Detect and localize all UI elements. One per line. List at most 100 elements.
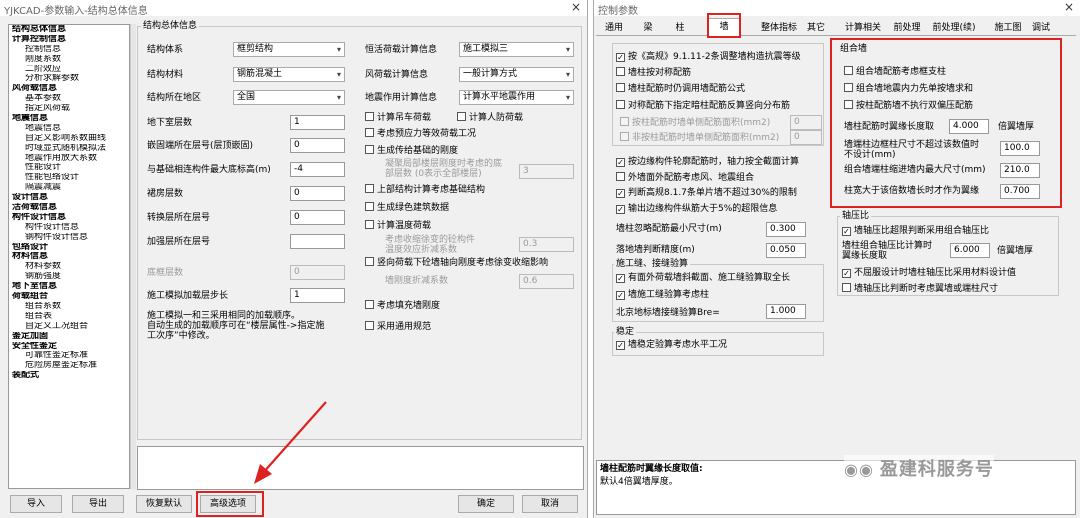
tab-drawing[interactable]: 施工图 [991,21,1025,36]
combo-column-input[interactable]: 210.0 [1000,163,1040,178]
tree-item[interactable]: 自定义影响系数曲线 [9,134,129,144]
tree-item[interactable]: 刚度系数 [9,55,129,65]
tree-item[interactable]: 地下室信息 [9,282,129,292]
struct-type-select[interactable]: 框剪结构 ▾ [233,42,345,57]
tab-beam[interactable]: 梁 [638,21,658,36]
tab-column[interactable]: 柱 [670,21,690,36]
single-wall-checkbox[interactable]: ✓ 判断高规8.1.7条单片墙不超过30%的限制 [616,188,797,199]
infill-wall-checkbox[interactable]: 考虑填充墙刚度 [365,300,440,312]
tab-calc[interactable]: 计算相关 [841,21,885,36]
axial-flange-input[interactable]: 6.000 [950,243,990,258]
tree-item[interactable]: 时域显式随机模拟法 [9,144,129,154]
tree-item[interactable]: 分析求解参数 [9,74,129,84]
quake-select[interactable]: 计算水平地震作用 ▾ [459,90,574,105]
wall-column-symmetric-checkbox[interactable]: 墙柱按对称配筋 [616,67,691,79]
foundation-stiffness-checkbox[interactable]: 生成传给基础的刚度 [365,145,458,157]
crane-checkbox[interactable]: 计算吊车荷载 [365,112,431,124]
tree-item[interactable]: 鉴定加固 [9,332,129,342]
temperature-checkbox[interactable]: 计算温度荷载 [365,220,431,232]
outer-wall-checkbox[interactable]: 外墙面外配筋考虑风、地震组合 [616,172,754,184]
tree-item[interactable]: 地震信息 [9,124,129,134]
tab-preprocess[interactable]: 前处理 [890,21,924,36]
tree-item[interactable]: 钢构件设计信息 [9,233,129,243]
tree-item[interactable]: 荷载组合 [9,292,129,302]
tree-item[interactable]: 构件设计信息 [9,223,129,233]
basement-input[interactable]: 1 [290,115,345,130]
cancel-button[interactable]: 取消 [522,495,578,513]
strength-input[interactable] [290,234,345,249]
tree-item[interactable]: 钢筋强度 [9,272,129,282]
tree-item[interactable]: 安全性鉴定 [9,342,129,352]
embed-input[interactable]: 0 [290,138,345,153]
close-icon[interactable]: × [1064,0,1074,14]
by-code-checkbox[interactable]: ✓ 按《高规》9.1.11-2条调整墙构造抗震等级 [616,52,801,63]
tree-item[interactable]: 组合表 [9,312,129,322]
ok-button[interactable]: 确定 [458,495,514,513]
construction-column-checkbox[interactable]: ✓ 墙施工缝验算考虑柱 [616,290,709,301]
foundation-input[interactable]: -4 [290,162,345,177]
tab-general[interactable]: 通用 [600,21,628,36]
tab-other[interactable]: 其它 [804,21,828,36]
wind-select[interactable]: 一般计算方式 ▾ [459,67,574,82]
tree-item[interactable]: 基本参数 [9,94,129,104]
tree-item[interactable]: 地震信息 [9,114,129,124]
tree-item[interactable]: 指定风荷载 [9,104,129,114]
construction-full-length-checkbox[interactable]: ✓ 有面外荷载墙斜截面、施工缝验算取全长 [616,273,790,284]
transfer-input[interactable]: 0 [290,210,345,225]
non-yield-checkbox[interactable]: ✓ 不屈服设计时墙柱轴压比采用材料设计值 [842,268,1016,279]
dead-load-select[interactable]: 施工模拟三 ▾ [459,42,574,57]
tree-item[interactable]: 设计信息 [9,193,129,203]
green-building-checkbox[interactable]: 生成绿色建筑数据 [365,202,449,214]
tree-scrollbar[interactable] [130,24,136,489]
beijing-input[interactable]: 1.000 [766,304,806,319]
combo-frame-column-checkbox[interactable]: 组合墙配筋考虑框支柱 [844,66,946,78]
air-defense-checkbox[interactable]: 计算人防荷载 [457,112,523,124]
vertical-load-checkbox[interactable]: 竖向荷载下砼墙轴向刚度考虑徐变收缩影响 [365,257,548,269]
tree-item[interactable]: 材料参数 [9,262,129,272]
tree-item[interactable]: 性能设计 [9,163,129,173]
material-select[interactable]: 钢筋混凝土 ▾ [233,67,345,82]
tab-global-index[interactable]: 整体指标 [758,21,800,36]
tree-item[interactable]: 危险房屋鉴定标准 [9,361,129,371]
stable-checkbox[interactable]: ✓ 墙稳定验算考虑水平工况 [616,340,727,351]
precision-input[interactable]: 0.050 [766,243,806,258]
close-icon[interactable]: × [571,0,581,14]
upper-structure-checkbox[interactable]: 上部结构计算考虑基础结构 [365,184,485,196]
combo-seismic-sum-checkbox[interactable]: 组合墙地震内力先单按墙求和 [844,83,973,95]
tree-item[interactable]: 可靠性鉴定标准 [9,351,129,361]
podium-input[interactable]: 0 [290,186,345,201]
tab-debug[interactable]: 调试 [1028,21,1054,36]
tree-item[interactable]: 隔震减震 [9,183,129,193]
axial-combo-checkbox[interactable]: ✓ 墙轴压比超限判断采用组合轴压比 [842,226,989,237]
tree-item[interactable]: 装配式 [9,371,129,381]
flange-input[interactable]: 4.000 [949,119,989,134]
export-button[interactable]: 导出 [72,495,124,513]
symmetric-rebar-checkbox[interactable]: 对称配筋下指定暗柱配筋反算竖向分布筋 [616,100,790,112]
contour-checkbox[interactable]: ✓ 按边缘构件轮廓配筋时，轴力按全截面计算 [616,157,799,168]
tree-item[interactable]: 包络设计 [9,243,129,253]
step-input[interactable]: 1 [290,288,345,303]
end-column-input[interactable]: 100.0 [1000,141,1040,156]
axial-flange-size-checkbox[interactable]: 墙轴压比判断时考虑翼墙或端柱尺寸 [842,283,998,295]
common-code-checkbox[interactable]: 采用通用规范 [365,321,431,333]
restore-default-button[interactable]: 恢复默认 [136,495,192,513]
tree-item[interactable]: 控制信息 [9,45,129,55]
nav-tree[interactable]: 结构总体信息 计算控制信息 控制信息 刚度系数 二阶效应 分析求解参数 风荷载信息 基本参数指… [8,24,130,489]
tree-item[interactable]: 构件设计信息 [9,213,129,223]
tree-item[interactable]: 计算控制信息 [9,35,129,45]
wall-rebar-formula-checkbox[interactable]: 墙柱配筋时仍调用墙配筋公式 [616,83,745,95]
tree-item[interactable]: 地震作用放大系数 [9,154,129,164]
tree-item[interactable]: 组合系数 [9,302,129,312]
tab-preprocess-cont[interactable]: 前处理(续) [927,21,981,36]
tree-item[interactable]: 二阶效应 [9,65,129,75]
import-button[interactable]: 导入 [10,495,62,513]
column-width-input[interactable]: 0.700 [1000,184,1040,199]
tree-item[interactable]: 活荷载信息 [9,203,129,213]
tree-item[interactable]: 性能包络设计 [9,173,129,183]
output-limit-checkbox[interactable]: ✓ 输出边缘构件纵筋大于5%的超限信息 [616,204,777,215]
tree-item[interactable]: 结构总体信息 [9,25,129,35]
tree-item[interactable]: 材料信息 [9,252,129,262]
region-select[interactable]: 全国 ▾ [233,90,345,105]
combo-no-biaxial-checkbox[interactable]: 按柱配筋墙不执行双偏压配筋 [844,100,973,112]
tree-item[interactable]: 自定义工况组合 [9,322,129,332]
